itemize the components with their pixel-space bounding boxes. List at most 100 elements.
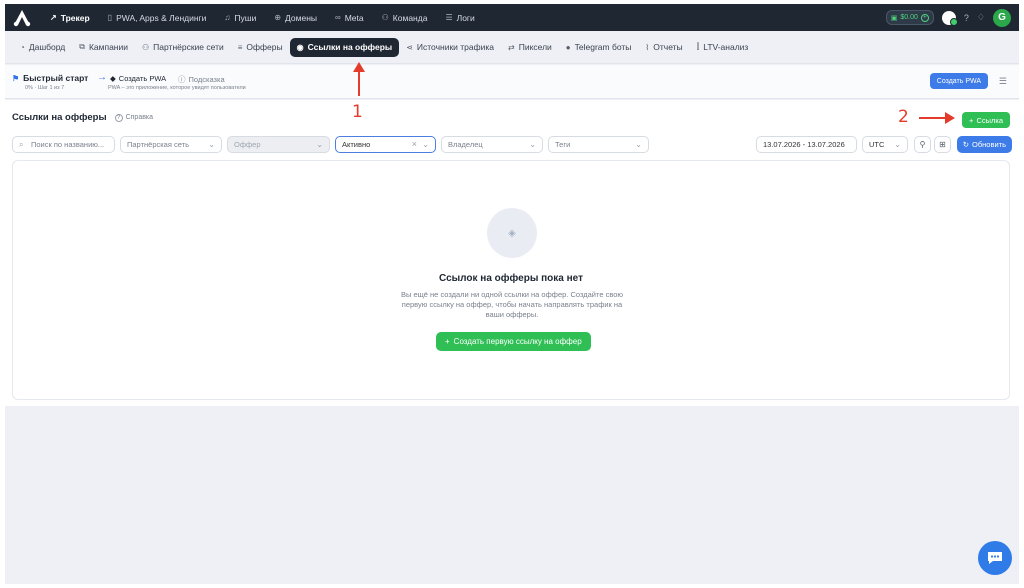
avatar[interactable]: G [993,8,1011,27]
timezone-select[interactable]: UTC ⌄ [862,136,908,153]
date-range-value: 13.07.2026 - 13.07.2026 [763,140,845,149]
annotation-marker-2: 2 [898,107,909,127]
search-placeholder: Поиск по названию... [31,140,105,149]
quick-start-hint[interactable]: ⓘ Подсказка [178,74,225,85]
top-bar: ↗ Трекер ▯ PWA, Apps & Лендинги ♫ Пуши ⊕… [5,4,1019,31]
location-pin-icon: ◉ [296,42,304,52]
search-input[interactable]: ⌕ Поиск по названию... [12,136,115,153]
refresh-button[interactable]: ↻ Обновить [956,136,1012,153]
android-icon: ◆ [110,74,116,83]
offer-value: Оффер [234,140,261,149]
refresh-icon: ↻ [962,140,970,149]
create-first-link-label: Создать первую ссылку на оффер [453,337,582,346]
partner-network-select[interactable]: Партнёрская сеть ⌄ [120,136,222,153]
bell-icon: ♫ [224,13,231,22]
top-nav-logs[interactable]: ☰ Логи [436,4,483,31]
clear-icon[interactable]: × [412,139,417,149]
subnav-item-dashboard[interactable]: ◔ Дашборд [13,38,72,57]
chat-support-button[interactable] [978,541,1012,575]
date-range-picker[interactable]: 13.07.2026 - 13.07.2026 [756,136,857,153]
external-icon: ⧉ [79,42,85,51]
top-right-controls: ▣ $0.00 + ? ♢ G [885,4,1011,31]
top-nav-domains[interactable]: ⊕ Домены [265,4,326,31]
quick-start-title[interactable]: ⚑ Быстрый старт [12,73,88,83]
sub-nav: ◔ Дашборд ⧉ Кампании ⚇ Партнёрские сети … [5,31,1019,64]
status-value: Активно [342,140,371,149]
refresh-label: Обновить [972,140,1006,149]
quick-start-step-label: Создать PWA [118,74,167,83]
annotation-marker-1: 1 [352,102,363,122]
subnav-item-partner-networks[interactable]: ⚇ Партнёрские сети [135,38,231,57]
status-select[interactable]: Активно × ⌄ [335,136,436,153]
quick-start-hint-label: Подсказка [188,75,225,84]
partner-network-value: Партнёрская сеть [127,140,190,149]
top-nav-tracker[interactable]: ↗ Трекер [41,4,99,31]
arrow-right-icon: → [97,72,107,83]
link-placeholder-icon: ◈ [487,208,537,258]
top-nav-label: Пуши [234,12,257,23]
help-link[interactable]: ? Справка [114,113,154,122]
timezone-value: UTC [869,140,885,149]
partners-icon: ⚇ [142,42,150,52]
subnav-label: LTV-анализ [703,42,749,52]
support-agent-icon[interactable] [941,10,958,26]
subnav-label: Пиксели [518,42,552,52]
notifications-bell-icon[interactable]: ♢ [977,12,985,23]
subnav-label: Дашборд [28,42,66,52]
ltv-chart-icon: ⫿ [696,42,700,51]
help-icon[interactable]: ? [964,13,969,23]
subnav-item-ltv-analysis[interactable]: ⫿ LTV-анализ [690,38,756,57]
subnav-item-campaigns[interactable]: ⧉ Кампании [72,38,135,57]
plus-icon: + [445,337,450,346]
subnav-item-offer-links[interactable]: ◉ Ссылки на офферы [289,37,400,57]
page-title: Ссылки на офферы ? Справка [12,112,153,123]
subnav-item-offers[interactable]: ≡ Офферы [231,38,290,57]
filters-bar: ⌕ Поиск по названию... Партнёрская сеть … [12,136,1012,154]
top-nav-label: Логи [456,12,475,23]
subnav-item-pixels[interactable]: ⇄ Пиксели [501,38,559,57]
tags-select[interactable]: Теги ⌄ [548,136,649,153]
subnav-item-traffic-sources[interactable]: ⋖ Источники трафика [399,38,501,57]
top-nav-team[interactable]: ⚇ Команда [373,4,437,31]
empty-state-description: Вы ещё не создали ни одной ссылки на офф… [400,290,624,319]
list-icon: ☰ [445,13,453,22]
menu-list-icon[interactable]: ☰ [999,76,1007,87]
page-title-text: Ссылки на офферы [12,112,107,123]
add-funds-icon[interactable]: + [920,13,929,22]
quick-start-progress: 0% · Шаг 1 из 7 [25,85,65,91]
subnav-item-reports[interactable]: ⌇ Отчеты [638,38,689,57]
top-nav-label: Meta [344,12,364,23]
add-link-button[interactable]: + Ссылка [962,112,1010,128]
top-nav-label: Команда [392,12,428,23]
top-nav-push[interactable]: ♫ Пуши [215,4,265,31]
chevron-down-icon: ⌄ [894,140,901,149]
top-nav-meta[interactable]: ∞ Meta [326,4,373,31]
top-nav-pwa[interactable]: ▯ PWA, Apps & Лендинги [99,4,216,31]
quick-start-bar: ⚑ Быстрый старт 0% · Шаг 1 из 7 → ◆ Созд… [5,65,1019,99]
quick-start-description: PWA – это приложение, которое увидят пол… [108,85,246,91]
main-content: Ссылки на офферы ? Справка + Ссылка ⌕ По… [5,100,1019,406]
subnav-label: Кампании [88,42,128,52]
columns-grid-icon[interactable]: ⊞ [934,136,951,153]
subnav-item-telegram-bots[interactable]: ● Telegram боты [559,38,639,57]
logo-icon[interactable] [11,7,33,29]
quick-start-step[interactable]: ◆ Создать PWA [110,74,166,83]
filter-icon[interactable]: ⚲ [914,136,931,153]
exchange-icon: ⇄ [508,42,515,52]
chevron-down-icon: ⌄ [529,140,536,149]
quick-start-label: Быстрый старт [23,73,89,83]
meta-icon: ∞ [335,13,341,22]
create-pwa-button[interactable]: Создать PWA [929,73,988,89]
chart-line-icon: ↗ [50,13,57,22]
question-circle-icon: ? [114,113,123,122]
chat-icon [988,552,1002,564]
top-nav-label: Трекер [60,12,90,23]
flag-icon: ⚑ [12,73,20,83]
create-first-link-button[interactable]: + Создать первую ссылку на оффер [436,332,591,351]
help-label: Справка [125,114,154,121]
chevron-down-icon: ⌄ [208,140,215,149]
balance-widget[interactable]: ▣ $0.00 + [885,10,934,25]
owner-select[interactable]: Владелец ⌄ [441,136,543,153]
add-link-label: Ссылка [976,115,1003,125]
top-nav-label: Домены [285,12,318,23]
